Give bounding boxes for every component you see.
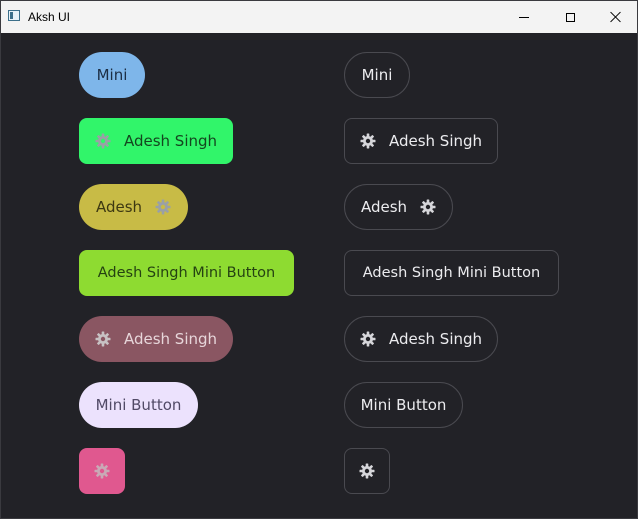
adesh-singh-mini-button-lime[interactable]: Adesh Singh Mini Button (79, 250, 294, 296)
gear-icon (94, 463, 110, 479)
button-label: Mini Button (360, 396, 447, 414)
button-label: Adesh Singh Mini Button (362, 265, 541, 281)
app-window: Aksh UI Mini Adesh Singh Adesh Adesh Sin… (0, 0, 638, 519)
adesh-singh-green-button[interactable]: Adesh Singh (79, 118, 233, 164)
app-icon (8, 10, 20, 21)
adesh-outline-button[interactable]: Adesh (344, 184, 453, 230)
icon-only-outline-button[interactable] (344, 448, 390, 494)
window-title: Aksh UI (28, 10, 71, 24)
mini-button-lavender[interactable]: Mini Button (79, 382, 198, 428)
close-icon (610, 11, 622, 23)
gear-icon (420, 199, 436, 215)
close-button[interactable] (593, 1, 638, 33)
button-label: Mini (361, 66, 393, 84)
mini-outline-button[interactable]: Mini (344, 52, 410, 98)
mini-button-outline[interactable]: Mini Button (344, 382, 463, 428)
minimize-button[interactable] (501, 1, 547, 33)
minimize-icon (519, 16, 529, 18)
button-label: Adesh Singh (123, 330, 218, 348)
button-label: Mini (96, 66, 128, 84)
button-label: Adesh (360, 198, 408, 216)
maximize-icon (565, 12, 575, 22)
button-label: Adesh Singh Mini Button (97, 265, 276, 281)
adesh-singh-mauve-button[interactable]: Adesh Singh (79, 316, 233, 362)
gear-icon (155, 199, 171, 215)
mini-blue-button[interactable]: Mini (79, 52, 145, 98)
adesh-singh-outline-button[interactable]: Adesh Singh (344, 118, 498, 164)
adesh-singh-outline-pill-button[interactable]: Adesh Singh (344, 316, 498, 362)
button-label: Adesh Singh (388, 330, 483, 348)
button-label: Adesh Singh (388, 132, 483, 150)
gear-icon (95, 331, 111, 347)
button-label: Adesh Singh (123, 132, 218, 150)
title-bar: Aksh UI (1, 1, 637, 33)
gear-icon (360, 133, 376, 149)
button-label: Adesh (95, 198, 143, 216)
adesh-singh-mini-button-outline[interactable]: Adesh Singh Mini Button (344, 250, 559, 296)
maximize-button[interactable] (547, 1, 593, 33)
adesh-olive-button[interactable]: Adesh (79, 184, 188, 230)
gear-icon (360, 331, 376, 347)
button-label: Mini Button (95, 396, 182, 414)
gear-icon (359, 463, 375, 479)
icon-only-pink-button[interactable] (79, 448, 125, 494)
gear-icon (95, 133, 111, 149)
